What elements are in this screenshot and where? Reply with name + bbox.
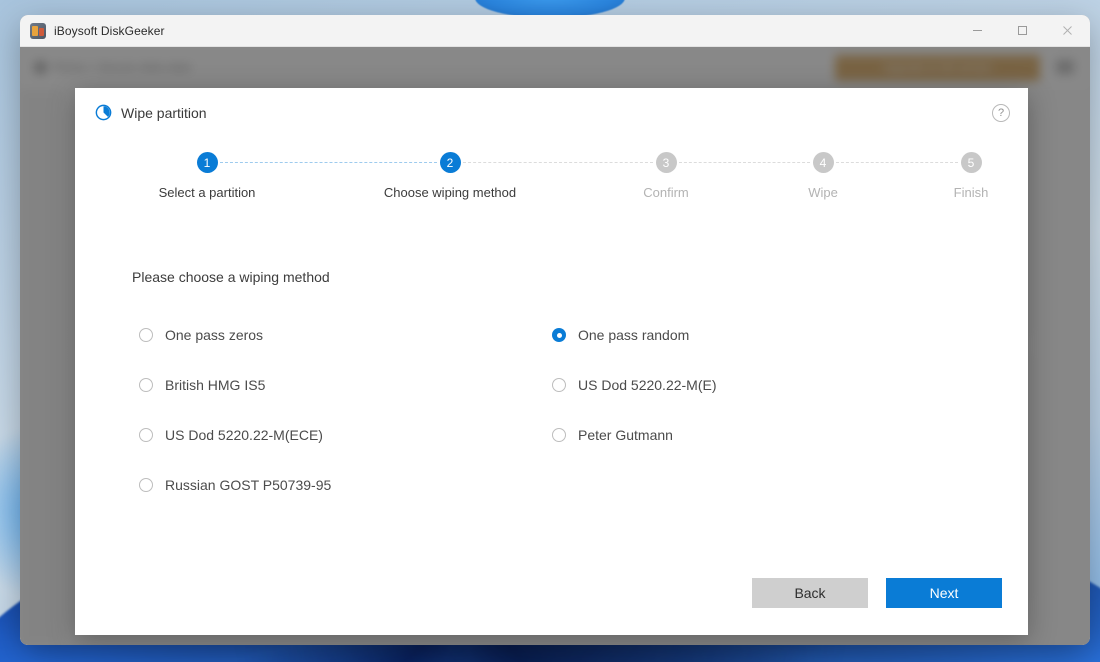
minimize-icon[interactable] [955, 15, 1000, 47]
radio-unselected-icon[interactable] [139, 378, 153, 392]
option-row: One pass zeros One pass random [132, 310, 972, 360]
stepper-connector [220, 162, 437, 163]
stepper-step-5: 5 Finish [871, 152, 1028, 200]
app-content-area: Home > Secure data wipe Upgrade to full … [20, 47, 1090, 645]
option-label: US Dod 5220.22-M(E) [578, 377, 717, 393]
stepper-step-2: 2 Choose wiping method [350, 152, 550, 200]
option-row: British HMG IS5 US Dod 5220.22-M(E) [132, 360, 972, 410]
stepper-label: Choose wiping method [383, 185, 517, 200]
option-label: Russian GOST P50739-95 [165, 477, 332, 493]
stepper-label: Select a partition [158, 185, 256, 200]
wiping-method-option[interactable]: British HMG IS5 [132, 360, 552, 410]
wiping-method-option[interactable]: Peter Gutmann [552, 410, 972, 460]
wiping-method-option[interactable]: US Dod 5220.22-M(E) [552, 360, 972, 410]
option-label: British HMG IS5 [165, 377, 266, 393]
option-label: Peter Gutmann [578, 427, 673, 443]
stepper-dot: 3 [655, 152, 677, 173]
option-label: One pass random [578, 327, 690, 343]
radio-unselected-icon[interactable] [552, 378, 566, 392]
option-row: US Dod 5220.22-M(ECE) Peter Gutmann [132, 410, 972, 460]
radio-unselected-icon[interactable] [139, 478, 153, 492]
stepper-label: Confirm [643, 185, 689, 200]
back-button[interactable]: Back [752, 578, 868, 608]
stepper-label: Wipe [808, 185, 838, 200]
option-label: US Dod 5220.22-M(ECE) [165, 427, 323, 443]
radio-unselected-icon[interactable] [552, 428, 566, 442]
next-button[interactable]: Next [886, 578, 1002, 608]
window-controls [955, 15, 1090, 47]
wiping-method-prompt: Please choose a wiping method [132, 269, 330, 285]
stepper-step-1: 1 Select a partition [107, 152, 307, 200]
radio-selected-icon[interactable] [552, 328, 566, 342]
stepper-dot: 5 [960, 152, 982, 173]
stepper-connector [463, 162, 653, 163]
wizard-stepper: 1 Select a partition 2 Choose wiping method… [75, 152, 1028, 214]
wiping-method-option[interactable]: US Dod 5220.22-M(ECE) [132, 410, 552, 460]
window-title: iBoysoft DiskGeeker [54, 23, 165, 38]
wiping-method-option[interactable]: One pass random [552, 310, 972, 360]
wipe-partition-dialog: Wipe partition ? 1 Select a partition 2 Cho… [75, 88, 1028, 635]
dialog-footer: Back Next [752, 578, 1002, 608]
stepper-label: Finish [953, 185, 989, 200]
stepper-dot: 4 [812, 152, 834, 173]
radio-unselected-icon[interactable] [139, 328, 153, 342]
dialog-header: Wipe partition ? [75, 88, 1028, 140]
option-row: Russian GOST P50739-95 [132, 460, 972, 510]
stepper-connector [836, 162, 958, 163]
dialog-title: Wipe partition [121, 104, 207, 121]
wiping-method-option[interactable]: Russian GOST P50739-95 [132, 460, 552, 510]
help-icon[interactable]: ? [992, 104, 1010, 122]
stepper-dot: 1 [196, 152, 218, 173]
dialog-title-row: Wipe partition [95, 104, 207, 121]
stepper-track: 1 Select a partition 2 Choose wiping method… [75, 152, 1028, 214]
radio-unselected-icon[interactable] [139, 428, 153, 442]
option-label: One pass zeros [165, 327, 264, 343]
close-icon[interactable] [1045, 15, 1090, 47]
disk-wipe-icon [95, 104, 112, 121]
wiping-method-options: One pass zeros One pass random British HMG… [132, 310, 972, 510]
app-logo-icon [30, 22, 46, 39]
maximize-icon[interactable] [1000, 15, 1045, 47]
window-titlebar: iBoysoft DiskGeeker [20, 15, 1090, 47]
wiping-method-option[interactable]: One pass zeros [132, 310, 552, 360]
stepper-dot: 2 [439, 152, 461, 173]
stepper-connector [679, 162, 810, 163]
application-window: iBoysoft DiskGeeker Home > Secure data w… [20, 15, 1090, 645]
option-placeholder [552, 460, 972, 510]
